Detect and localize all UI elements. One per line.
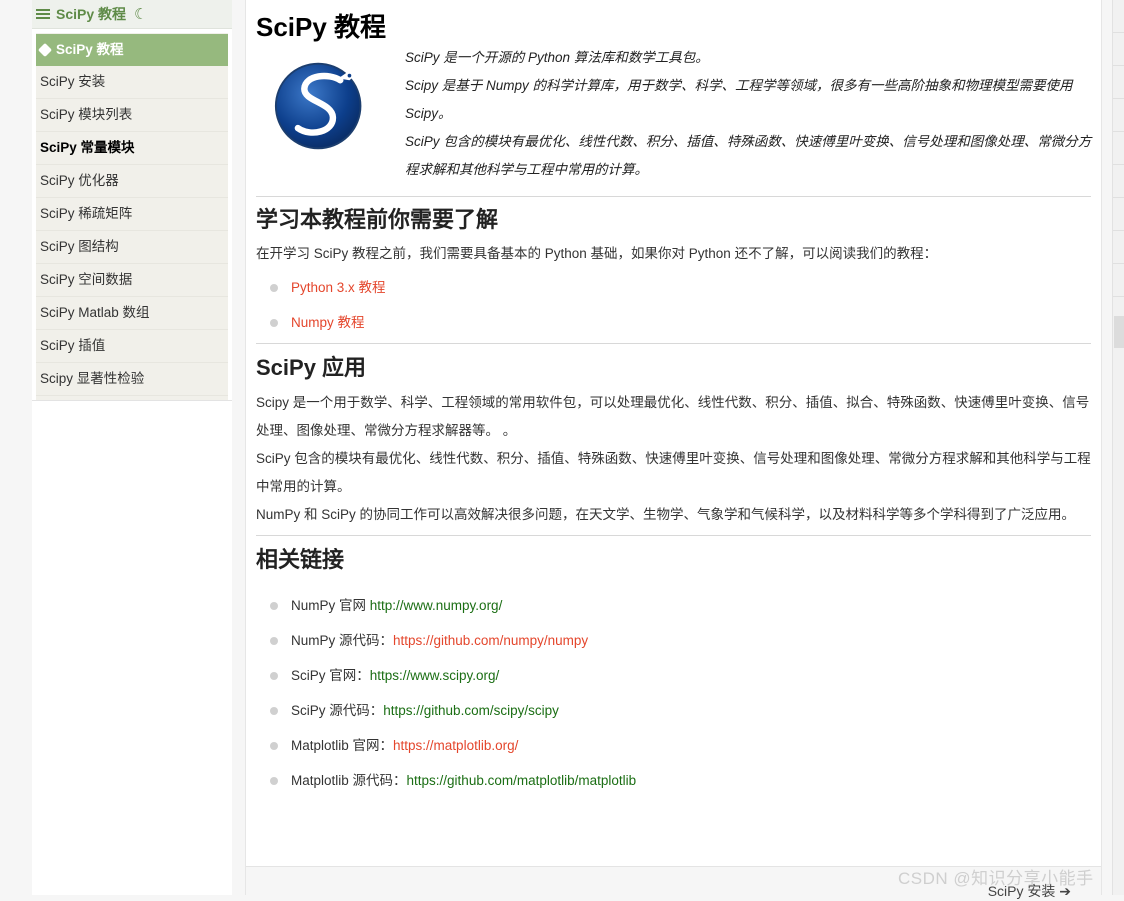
apps-paragraph: Scipy 是一个用于数学、科学、工程领域的常用软件包，可以处理最优化、线性代数… — [256, 395, 1090, 438]
apps-paragraph: NumPy 和 SciPy 的协同工作可以高效解决很多问题，在天文学、生物学、气… — [256, 507, 1076, 522]
sidebar-item-label: SciPy 稀疏矩阵 — [40, 206, 133, 221]
sidebar-header[interactable]: SciPy 教程 ☾ — [32, 0, 232, 29]
tag-icon — [37, 42, 53, 58]
column-cell — [1113, 198, 1124, 231]
external-link[interactable]: http://www.numpy.org/ — [370, 598, 503, 613]
list-item: SciPy 源代码：https://github.com/scipy/scipy — [256, 693, 1091, 728]
external-link[interactable]: https://www.scipy.org/ — [370, 668, 500, 683]
intro-line: Scipy 是基于 Numpy 的科学计算库，用于数学、科学、工程学等领域，很多… — [405, 78, 1073, 121]
sidebar-menu: SciPy 教程 SciPy 安装 SciPy 模块列表 SciPy 常量模块 SciP… — [36, 33, 228, 400]
watermark: CSDN @知识分享小能手 — [898, 869, 1094, 888]
list-icon — [36, 9, 50, 19]
list-item: NumPy 源代码：https://github.com/numpy/numpy — [256, 623, 1091, 658]
link-label: Matplotlib 源代码： — [291, 773, 407, 788]
sidebar-item[interactable]: SciPy 稀疏矩阵 — [36, 198, 228, 231]
prereq-section: 学习本教程前你需要了解 在开学习 SciPy 教程之前，我们需要具备基本的 Py… — [256, 197, 1091, 340]
column-cell — [1113, 165, 1124, 198]
column-cell — [1113, 99, 1124, 132]
list-item: SciPy 官网：https://www.scipy.org/ — [256, 658, 1091, 693]
link-label: NumPy 源代码： — [291, 633, 394, 648]
column-cell — [1113, 231, 1124, 264]
apps-heading: SciPy 应用 — [256, 355, 367, 380]
column-cell — [1113, 132, 1124, 165]
apps-paragraphs: Scipy 是一个用于数学、科学、工程领域的常用软件包，可以处理最优化、线性代数… — [256, 389, 1091, 529]
tutorial-link[interactable]: Numpy 教程 — [291, 315, 365, 330]
sidebar-item[interactable]: SciPy 插值 — [36, 330, 228, 363]
sidebar-item-label: SciPy 安装 — [40, 74, 106, 89]
sidebar-item-label: SciPy 插值 — [40, 338, 106, 353]
tutorial-link[interactable]: Python 3.x 教程 — [291, 280, 386, 295]
apps-paragraph: SciPy 包含的模块有最优化、线性代数、积分、插值、特殊函数、快速傅里叶变换、… — [256, 451, 1091, 494]
intro-section: SciPy 是一个开源的 Python 算法库和数学工具包。 Scipy 是基于 … — [256, 44, 1091, 196]
column-cell — [1113, 264, 1124, 297]
sidebar-item[interactable]: SciPy 教程 — [36, 34, 228, 66]
list-item: Matplotlib 源代码：https://github.com/matplo… — [256, 763, 1091, 798]
sidebar-item-label: SciPy 教程 — [56, 42, 124, 57]
right-scroll-column — [1112, 0, 1124, 895]
sidebar: SciPy 教程 ☾ SciPy 教程 SciPy 安装 SciPy 模块列表 Sci… — [32, 0, 232, 895]
scipy-logo — [274, 62, 362, 150]
column-cell — [1113, 66, 1124, 99]
moon-icon[interactable]: ☾ — [134, 5, 147, 23]
links-section: 相关链接 NumPy 官网 http://www.numpy.org/NumPy… — [256, 536, 1091, 798]
divider — [32, 400, 232, 401]
sidebar-item-label: SciPy 图结构 — [40, 239, 119, 254]
sidebar-header-title: SciPy 教程 — [56, 6, 127, 22]
sidebar-item-label: SciPy 模块列表 — [40, 107, 133, 122]
left-gutter — [0, 0, 32, 895]
links-heading: 相关链接 — [256, 547, 345, 572]
prereq-heading: 学习本教程前你需要了解 — [256, 207, 499, 232]
external-link[interactable]: https://github.com/matplotlib/matplotlib — [407, 773, 637, 788]
sidebar-item-label: SciPy Matlab 数组 — [40, 305, 150, 320]
sidebar-item[interactable]: SciPy 模块列表 — [36, 99, 228, 132]
related-link-list: NumPy 官网 http://www.numpy.org/NumPy 源代码：… — [256, 588, 1091, 798]
link-label: SciPy 源代码： — [291, 703, 384, 718]
list-item: NumPy 官网 http://www.numpy.org/ — [256, 588, 1091, 623]
apps-section: SciPy 应用 Scipy 是一个用于数学、科学、工程领域的常用软件包，可以处… — [256, 344, 1091, 529]
list-item: Matplotlib 官网：https://matplotlib.org/ — [256, 728, 1091, 763]
list-item: Python 3.x 教程 — [256, 270, 1091, 305]
sidebar-item[interactable]: SciPy 常量模块 — [36, 132, 228, 165]
column-cell — [1113, 0, 1124, 33]
main-content: SciPy 教程 SciPy 是一个开源的 Python 算法库和数学工具包。 S… — [245, 0, 1102, 899]
sidebar-item[interactable]: SciPy 安装 — [36, 66, 228, 99]
sidebar-item-label: Scipy 显著性检验 — [40, 371, 145, 386]
external-link[interactable]: https://matplotlib.org/ — [393, 738, 518, 753]
external-link[interactable]: https://github.com/scipy/scipy — [383, 703, 559, 718]
sidebar-item-label: SciPy 优化器 — [40, 173, 119, 188]
external-link[interactable]: https://github.com/numpy/numpy — [393, 633, 588, 648]
scrollbar-thumb[interactable] — [1114, 316, 1124, 348]
sidebar-item-label: SciPy 空间数据 — [40, 272, 133, 287]
list-item: Numpy 教程 — [256, 305, 1091, 340]
prereq-text: 在开学习 SciPy 教程之前，我们需要具备基本的 Python 基础，如果你对… — [256, 246, 938, 261]
page-title: SciPy 教程 — [256, 12, 387, 42]
intro-line: SciPy 是一个开源的 Python 算法库和数学工具包。 — [405, 50, 709, 65]
sidebar-item[interactable]: SciPy 图结构 — [36, 231, 228, 264]
intro-text: SciPy 是一个开源的 Python 算法库和数学工具包。 Scipy 是基于 … — [405, 44, 1095, 184]
link-label: SciPy 官网： — [291, 668, 370, 683]
sidebar-item[interactable]: SciPy Matlab 数组 — [36, 297, 228, 330]
sidebar-item[interactable]: SciPy 优化器 — [36, 165, 228, 198]
link-label: NumPy 官网 — [291, 598, 370, 613]
intro-line: SciPy 包含的模块有最优化、线性代数、积分、插值、特殊函数、快速傅里叶变换、… — [405, 134, 1092, 177]
sidebar-item[interactable]: SciPy 空间数据 — [36, 264, 228, 297]
link-label: Matplotlib 官网： — [291, 738, 394, 753]
prereq-link-list: Python 3.x 教程 Numpy 教程 — [256, 270, 1091, 340]
sidebar-item[interactable]: Scipy 显著性检验 — [36, 363, 228, 396]
column-cell — [1113, 33, 1124, 66]
sidebar-item-label: SciPy 常量模块 — [40, 140, 135, 155]
